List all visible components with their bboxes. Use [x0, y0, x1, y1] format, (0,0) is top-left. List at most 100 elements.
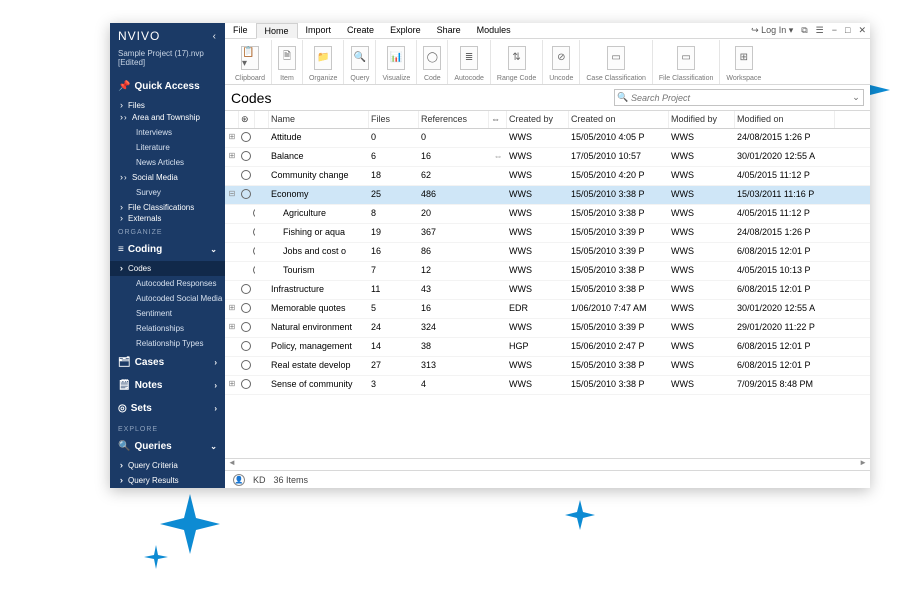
menu-share[interactable]: Share: [429, 23, 469, 39]
col-modifiedon[interactable]: Modified on: [735, 111, 835, 128]
expand-icon[interactable]: ⊞: [225, 129, 239, 147]
expand-icon[interactable]: ⊞: [225, 300, 239, 318]
nav-files[interactable]: Files: [110, 98, 225, 110]
code-row[interactable]: ⊞Attitude00WWS15/05/2010 4:05 PWWS24/08/…: [225, 129, 870, 148]
cell-modifiedby: WWS: [669, 148, 735, 166]
expand-icon[interactable]: ⊞: [225, 376, 239, 394]
col-createdon[interactable]: Created on: [569, 111, 669, 128]
expand-icon[interactable]: [225, 338, 239, 356]
coding-header[interactable]: ≡ Coding ⌄: [110, 238, 225, 261]
cell-files: 18: [369, 167, 419, 185]
queries-header[interactable]: 🔍 Queries ⌄: [110, 435, 225, 458]
ribbon-group-label: Query: [350, 75, 369, 84]
close-icon[interactable]: ✕: [854, 25, 870, 36]
expand-icon[interactable]: ⊟: [225, 186, 239, 204]
col-createdby[interactable]: Created by: [507, 111, 569, 128]
ribbon-button[interactable]: 🗎: [278, 46, 296, 70]
code-row[interactable]: ⊞Natural environment24324WWS15/05/2010 3…: [225, 319, 870, 338]
code-row[interactable]: Infrastructure1143WWS15/05/2010 3:38 PWW…: [225, 281, 870, 300]
cell-name: Real estate develop: [269, 357, 369, 375]
col-files[interactable]: Files: [369, 111, 419, 128]
menu-explore[interactable]: Explore: [382, 23, 429, 39]
sets-header[interactable]: ◎ Sets ›: [110, 397, 225, 420]
col-name[interactable]: Name: [269, 111, 369, 128]
nav-files-item[interactable]: ›Area and Township: [110, 110, 225, 125]
col-references[interactable]: References: [419, 111, 489, 128]
nav-files-item[interactable]: Interviews: [110, 125, 225, 140]
menu-home[interactable]: Home: [256, 23, 298, 39]
expand-icon[interactable]: ⊞: [225, 319, 239, 337]
code-row[interactable]: Real estate develop27313WWS15/05/2010 3:…: [225, 357, 870, 376]
code-row[interactable]: Fishing or aqua19367WWS15/05/2010 3:39 P…: [225, 224, 870, 243]
ribbon-button[interactable]: 📊: [387, 46, 405, 70]
ribbon-button[interactable]: ▭: [677, 46, 695, 70]
search-input[interactable]: [631, 93, 849, 103]
expand-icon[interactable]: [225, 167, 239, 185]
horizontal-scrollbar[interactable]: [225, 458, 870, 470]
restore-down-icon[interactable]: ⧉: [797, 25, 811, 36]
nav-file-classifications[interactable]: File Classifications: [110, 200, 225, 212]
login-button[interactable]: ↪ Log In ▾: [747, 25, 797, 36]
ribbon-button[interactable]: ⊞: [735, 46, 753, 70]
nav-externals[interactable]: Externals: [110, 211, 225, 223]
nav-files-item[interactable]: News Articles: [110, 155, 225, 170]
search-project[interactable]: 🔍 ⌄: [614, 89, 864, 106]
ribbon-button[interactable]: 📁: [314, 46, 332, 70]
ribbon-toggle-icon[interactable]: ☰: [812, 25, 828, 36]
cell-modifiedon: 4/05/2015 10:13 P: [735, 262, 835, 280]
ribbon-button[interactable]: ⊘: [552, 46, 570, 70]
col-modifiedby[interactable]: Modified by: [669, 111, 735, 128]
cell-modifiedon: 29/01/2020 11:22 P: [735, 319, 835, 337]
ribbon-button[interactable]: ⇅: [508, 46, 526, 70]
expand-icon[interactable]: [225, 205, 239, 223]
minimize-icon[interactable]: −: [828, 25, 841, 36]
cell-createdon: 1/06/2010 7:47 AM: [569, 300, 669, 318]
notes-header[interactable]: 🗒 Notes ›: [110, 374, 225, 397]
ribbon-button[interactable]: ▭: [607, 46, 625, 70]
code-row[interactable]: ⊞Memorable quotes516EDR1/06/2010 7:47 AM…: [225, 300, 870, 319]
code-row[interactable]: Tourism712WWS15/05/2010 3:38 PWWS4/05/20…: [225, 262, 870, 281]
expand-icon[interactable]: [225, 357, 239, 375]
nav-queries-item[interactable]: ›Query Criteria: [110, 458, 225, 473]
cases-header[interactable]: 🗂 Cases ›: [110, 351, 225, 374]
menu-file[interactable]: File: [225, 23, 256, 39]
sidebar-collapse-icon[interactable]: ‹: [213, 31, 217, 42]
expand-icon[interactable]: [225, 281, 239, 299]
star-column-icon[interactable]: ⊛: [239, 111, 255, 128]
col-link-icon[interactable]: ⇔: [489, 111, 507, 128]
nav-coding-item[interactable]: ›Codes: [110, 261, 225, 276]
code-row[interactable]: Policy, management1438HGP15/06/2010 2:47…: [225, 338, 870, 357]
code-row[interactable]: ⊞Sense of community34WWS15/05/2010 3:38 …: [225, 376, 870, 395]
code-row[interactable]: Jobs and cost o1686WWS15/05/2010 3:39 PW…: [225, 243, 870, 262]
code-row[interactable]: Agriculture820WWS15/05/2010 3:38 PWWS4/0…: [225, 205, 870, 224]
node-icon: [239, 167, 255, 185]
cell-createdby: WWS: [507, 224, 569, 242]
nav-coding-item[interactable]: Autocoded Social Media: [110, 291, 225, 306]
menu-modules[interactable]: Modules: [469, 23, 519, 39]
expand-icon[interactable]: ⊞: [225, 148, 239, 166]
nav-coding-item[interactable]: Relationship Types: [110, 336, 225, 351]
code-row[interactable]: ⊞Balance616⇔WWS17/05/2010 10:57WWS30/01/…: [225, 148, 870, 167]
code-row[interactable]: Community change1862WWS15/05/2010 4:20 P…: [225, 167, 870, 186]
expand-icon[interactable]: [225, 243, 239, 261]
nav-files-item[interactable]: Survey: [110, 185, 225, 200]
nav-queries-item[interactable]: ›Query Results: [110, 473, 225, 488]
ribbon-group-range-code: ⇅Range Code: [491, 40, 543, 84]
expand-icon[interactable]: [225, 262, 239, 280]
code-row[interactable]: ⊟Economy25486WWS15/05/2010 3:38 PWWS15/0…: [225, 186, 870, 205]
nav-files-item[interactable]: ›Social Media: [110, 170, 225, 185]
expand-icon[interactable]: [225, 224, 239, 242]
nav-coding-item[interactable]: Sentiment: [110, 306, 225, 321]
menu-create[interactable]: Create: [339, 23, 382, 39]
nav-coding-item[interactable]: Relationships: [110, 321, 225, 336]
ribbon-button[interactable]: 🔍: [351, 46, 369, 70]
nav-coding-item[interactable]: Autocoded Responses: [110, 276, 225, 291]
ribbon-button[interactable]: ≣: [460, 46, 478, 70]
maximize-icon[interactable]: □: [841, 25, 854, 36]
menu-import[interactable]: Import: [298, 23, 340, 39]
nav-files-item[interactable]: Literature: [110, 140, 225, 155]
ribbon-button[interactable]: ◯: [423, 46, 441, 70]
search-dropdown-icon[interactable]: ⌄: [849, 92, 863, 103]
quick-access-header[interactable]: 📌 Quick Access: [110, 75, 225, 98]
ribbon-button[interactable]: 📋▾: [241, 46, 259, 70]
